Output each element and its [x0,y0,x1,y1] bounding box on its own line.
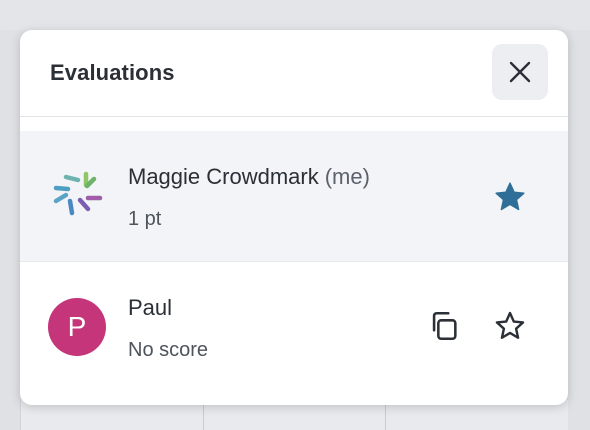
evaluator-name: Paul [128,295,173,320]
copy-icon [432,311,457,341]
background-toolbar [0,0,590,30]
star-outline-icon [495,311,525,339]
copy-button[interactable] [424,306,464,346]
evaluator-name-text: Maggie Crowdmark [128,164,319,189]
star-button[interactable] [490,177,530,217]
avatar: P [48,298,106,356]
panel-header: Evaluations [20,30,568,117]
evaluation-row-paul[interactable]: P Paul No score [20,261,568,390]
evaluator-name: Maggie Crowdmark (me) [128,164,370,190]
evaluation-score: 1 pt [128,208,162,230]
panel-title: Evaluations [50,60,175,85]
star-button[interactable] [490,306,530,346]
me-tag: (me) [324,164,370,189]
evaluation-row-maggie[interactable]: Maggie Crowdmark (me) 1 pt [20,131,568,261]
star-filled-icon [495,182,525,211]
evaluations-panel: Evaluations Maggie Crowdmark (me) 1 pt P… [20,30,568,405]
close-icon [509,61,531,83]
close-button[interactable] [492,44,548,100]
evaluation-list: Maggie Crowdmark (me) 1 pt P Paul No scor… [20,131,568,390]
crowdmark-logo [48,167,106,225]
evaluation-score: No score [128,339,209,361]
